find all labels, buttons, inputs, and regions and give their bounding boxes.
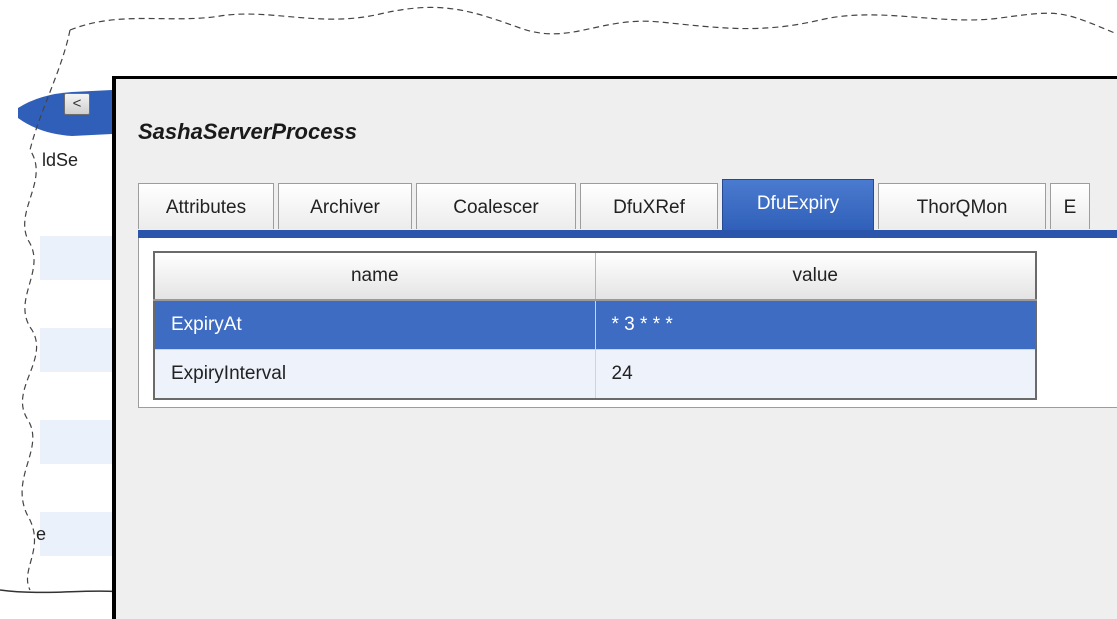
sasha-server-process-panel: SashaServerProcess Attributes Archiver C… bbox=[112, 76, 1117, 619]
tab-attributes[interactable]: Attributes bbox=[138, 183, 274, 229]
tab-strip-underline bbox=[138, 230, 1117, 238]
collapse-button[interactable]: < bbox=[64, 93, 90, 115]
column-header-name[interactable]: name bbox=[153, 251, 596, 301]
tab-archiver[interactable]: Archiver bbox=[278, 183, 412, 229]
grid-row-expiryinterval[interactable]: ExpiryInterval 24 bbox=[153, 349, 1037, 400]
torn-top-edge bbox=[69, 6, 1117, 35]
tab-dfuxref[interactable]: DfuXRef bbox=[580, 183, 718, 229]
left-pane-fragment: e bbox=[36, 524, 47, 544]
tab-partial[interactable]: E bbox=[1050, 183, 1090, 229]
column-header-value[interactable]: value bbox=[594, 251, 1037, 301]
cell-name[interactable]: ExpiryAt bbox=[153, 299, 596, 350]
tab-dfuexpiry[interactable]: DfuExpiry bbox=[722, 179, 874, 231]
properties-grid: name value ExpiryAt * 3 * * * ExpiryInte… bbox=[153, 251, 1037, 400]
left-pane-label: ldSe bbox=[42, 150, 79, 170]
grid-row-expiryat[interactable]: ExpiryAt * 3 * * * bbox=[153, 299, 1037, 350]
grid-container: name value ExpiryAt * 3 * * * ExpiryInte… bbox=[138, 238, 1117, 408]
cell-value[interactable]: 24 bbox=[594, 349, 1037, 400]
grid-header-row: name value bbox=[153, 251, 1037, 301]
cell-value[interactable]: * 3 * * * bbox=[594, 299, 1037, 350]
tab-coalescer[interactable]: Coalescer bbox=[416, 183, 576, 229]
panel-title: SashaServerProcess bbox=[138, 119, 357, 144]
cell-name[interactable]: ExpiryInterval bbox=[153, 349, 596, 400]
tab-thorqmon[interactable]: ThorQMon bbox=[878, 183, 1046, 229]
